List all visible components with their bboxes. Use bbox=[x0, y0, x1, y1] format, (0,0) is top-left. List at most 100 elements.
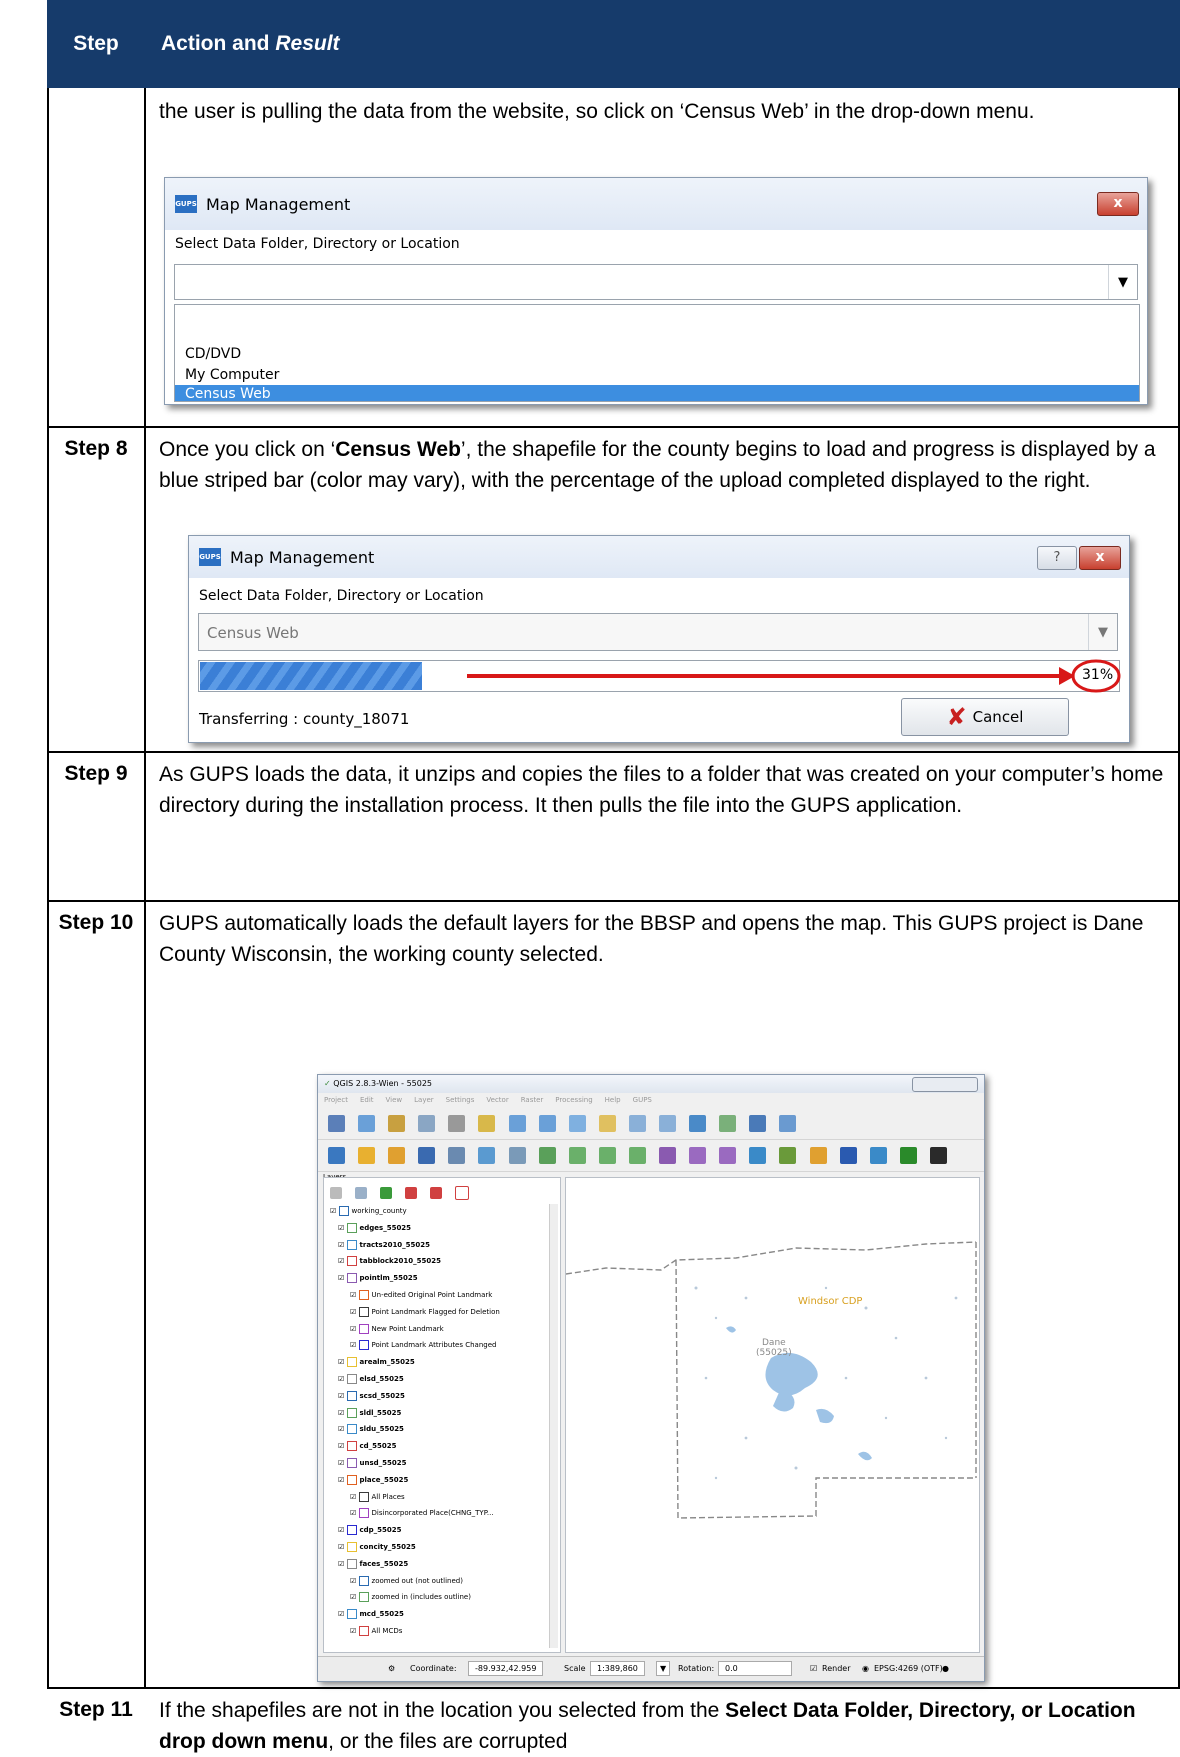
crs-label[interactable]: EPSG:4269 (OTF) bbox=[874, 1664, 943, 1673]
cancel-button[interactable]: ✘ Cancel bbox=[901, 698, 1069, 736]
close-button[interactable]: x bbox=[1079, 546, 1121, 570]
add-label-icon[interactable] bbox=[358, 1147, 376, 1164]
layer-checkbox[interactable]: ☑ bbox=[330, 1207, 339, 1215]
add-group-icon[interactable] bbox=[330, 1186, 342, 1199]
window-controls[interactable] bbox=[912, 1077, 978, 1092]
menu-item-gups[interactable]: GUPS bbox=[633, 1096, 652, 1104]
layer-item[interactable]: ☑ tracts2010_55025 bbox=[338, 1239, 430, 1250]
map-canvas[interactable]: Windsor CDP Dane (55025) bbox=[565, 1177, 980, 1653]
layer-checkbox[interactable]: ☑ bbox=[350, 1325, 359, 1333]
layer-checkbox[interactable]: ☑ bbox=[338, 1442, 347, 1450]
layer-checkbox[interactable]: ☑ bbox=[338, 1560, 347, 1568]
remove-icon[interactable] bbox=[455, 1185, 470, 1200]
expand-icon[interactable] bbox=[405, 1186, 418, 1199]
layer-item[interactable]: ☑ working_county bbox=[330, 1206, 407, 1216]
layer-checkbox[interactable]: ☑ bbox=[338, 1459, 347, 1467]
map-icon[interactable] bbox=[869, 1147, 887, 1164]
layer-item[interactable]: ☑ elsd_55025 bbox=[338, 1374, 404, 1384]
option-my-computer[interactable]: My Computer bbox=[175, 364, 1139, 386]
attribute-table-icon[interactable] bbox=[749, 1115, 767, 1132]
identify-icon[interactable] bbox=[719, 1115, 737, 1132]
layer-item[interactable]: ☑ unsd_55025 bbox=[338, 1458, 407, 1468]
menu-item-vector[interactable]: Vector bbox=[486, 1096, 508, 1104]
layer-item[interactable]: ☑ cdp_55025 bbox=[338, 1525, 402, 1536]
layer-item[interactable]: ☑ cd_55025 bbox=[338, 1441, 397, 1452]
check-icon[interactable] bbox=[568, 1147, 586, 1164]
layer-checkbox[interactable]: ☑ bbox=[338, 1224, 347, 1232]
star-icon[interactable] bbox=[929, 1147, 947, 1164]
layer-checkbox[interactable]: ☑ bbox=[338, 1543, 347, 1551]
pan-to-selection-icon[interactable] bbox=[478, 1115, 496, 1132]
location-dropdown[interactable]: Census Web ▼ bbox=[198, 613, 1118, 651]
layer-checkbox[interactable]: ☑ bbox=[350, 1308, 359, 1316]
layer-checkbox[interactable]: ☑ bbox=[350, 1509, 359, 1517]
chevron-down-icon[interactable]: ▼ bbox=[656, 1661, 671, 1676]
layer-item[interactable]: ☑ place_55025 bbox=[338, 1474, 408, 1485]
crs-icon[interactable]: ◉ bbox=[862, 1664, 869, 1673]
layer-checkbox[interactable]: ☑ bbox=[338, 1375, 347, 1383]
layer-checkbox[interactable]: ☑ bbox=[338, 1425, 347, 1433]
layer-item[interactable]: ☑ sldl_55025 bbox=[338, 1407, 401, 1418]
layer-checkbox[interactable]: ☑ bbox=[338, 1358, 347, 1366]
add-icon[interactable] bbox=[899, 1147, 917, 1164]
collapse-icon[interactable] bbox=[430, 1186, 443, 1199]
layer-item[interactable]: ☑ mcd_55025 bbox=[338, 1609, 404, 1620]
layer-checkbox[interactable]: ☑ bbox=[350, 1493, 359, 1501]
render-checkbox[interactable]: ☑ bbox=[810, 1664, 817, 1673]
layer-checkbox[interactable]: ☑ bbox=[338, 1392, 347, 1400]
check-icon[interactable] bbox=[628, 1147, 646, 1164]
layer-checkbox[interactable]: ☑ bbox=[350, 1291, 359, 1299]
menu-item-edit[interactable]: Edit bbox=[360, 1096, 374, 1104]
layer-checkbox[interactable]: ☑ bbox=[350, 1593, 359, 1601]
review-icon[interactable] bbox=[478, 1147, 496, 1164]
layer-checkbox[interactable]: ☑ bbox=[338, 1274, 347, 1282]
pan-icon[interactable] bbox=[448, 1115, 466, 1132]
layer-item[interactable]: ☑ Un-edited Original Point Landmark bbox=[350, 1290, 492, 1300]
status-tool-icon[interactable]: ⚙ bbox=[388, 1664, 395, 1673]
zoom-layer-icon[interactable] bbox=[598, 1115, 616, 1132]
export-icon[interactable] bbox=[508, 1147, 526, 1164]
location-dropdown[interactable]: ▼ bbox=[174, 264, 1138, 300]
close-button[interactable]: x bbox=[1097, 192, 1139, 216]
layer-item[interactable]: ☑ zoomed in (includes outline) bbox=[350, 1592, 471, 1603]
check-icon[interactable] bbox=[598, 1147, 616, 1164]
layer-item[interactable]: ☑ All MCDs bbox=[350, 1626, 402, 1636]
layer-checkbox[interactable]: ☑ bbox=[338, 1409, 347, 1417]
layer-item[interactable]: ☑ Point Landmark Attributes Changed bbox=[350, 1340, 496, 1351]
check-icon[interactable] bbox=[538, 1147, 556, 1164]
segment-icon[interactable] bbox=[689, 1147, 707, 1164]
layer-checkbox[interactable]: ☑ bbox=[350, 1341, 359, 1349]
option-cd-dvd[interactable]: CD/DVD bbox=[175, 343, 1139, 365]
option-census-web[interactable]: Census Web bbox=[175, 385, 1139, 402]
filter-icon[interactable] bbox=[380, 1186, 393, 1199]
visibility-icon[interactable] bbox=[355, 1186, 368, 1199]
layer-tree-scrollbar[interactable] bbox=[549, 1204, 558, 1648]
table-icon[interactable] bbox=[448, 1147, 466, 1164]
layer-checkbox[interactable]: ☑ bbox=[338, 1257, 347, 1265]
messages-icon[interactable]: ● bbox=[942, 1664, 949, 1673]
add-label-icon[interactable] bbox=[388, 1147, 406, 1164]
scale-field[interactable]: 1:389,860 bbox=[590, 1661, 645, 1676]
layer-checkbox[interactable]: ☑ bbox=[350, 1627, 359, 1635]
menu-item-settings[interactable]: Settings bbox=[446, 1096, 475, 1104]
layer-item[interactable]: ☑ New Point Landmark bbox=[350, 1323, 444, 1334]
layer-checkbox[interactable]: ☑ bbox=[350, 1577, 359, 1585]
label-icon[interactable] bbox=[809, 1147, 827, 1164]
rotation-field[interactable]: 0.0 bbox=[718, 1661, 792, 1676]
zoom-in-icon[interactable] bbox=[508, 1115, 526, 1132]
layer-item[interactable]: ☑ edges_55025 bbox=[338, 1222, 411, 1233]
segment-icon[interactable] bbox=[659, 1147, 677, 1164]
layer-checkbox[interactable]: ☑ bbox=[338, 1476, 347, 1484]
layer-checkbox[interactable]: ☑ bbox=[338, 1610, 347, 1618]
menu-item-project[interactable]: Project bbox=[324, 1096, 348, 1104]
layer-item[interactable]: ☑ pointlm_55025 bbox=[338, 1273, 418, 1284]
menu-item-processing[interactable]: Processing bbox=[555, 1096, 592, 1104]
zoom-out-icon[interactable] bbox=[538, 1115, 556, 1132]
save-icon[interactable] bbox=[328, 1115, 345, 1132]
select-icon[interactable] bbox=[418, 1115, 436, 1132]
layer-checkbox[interactable]: ☑ bbox=[338, 1526, 347, 1534]
layer-item[interactable]: ☑ scsd_55025 bbox=[338, 1390, 405, 1401]
help-button[interactable]: ? bbox=[1037, 546, 1077, 570]
menu-item-layer[interactable]: Layer bbox=[414, 1096, 434, 1104]
menu-item-raster[interactable]: Raster bbox=[521, 1096, 544, 1104]
